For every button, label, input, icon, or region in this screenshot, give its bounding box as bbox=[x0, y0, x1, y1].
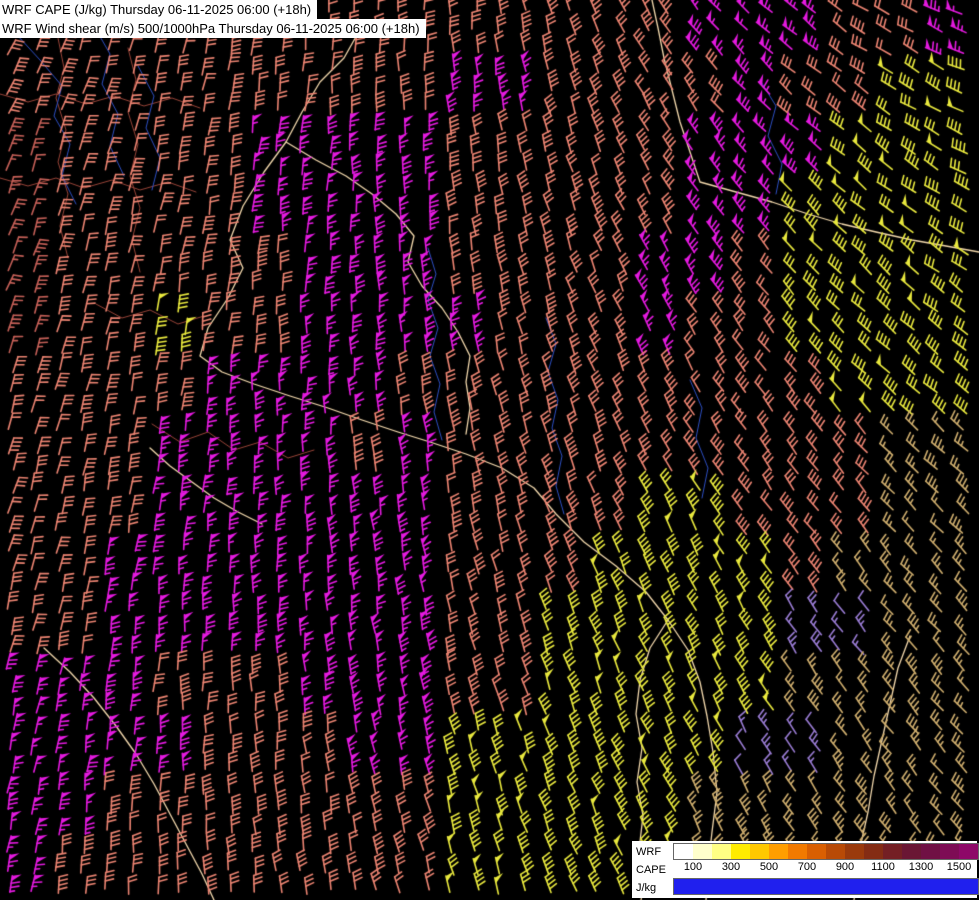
legend-tick-label: 1300 bbox=[902, 861, 940, 873]
legend-variable-label: CAPE bbox=[636, 861, 666, 879]
legend-color-cell bbox=[845, 844, 864, 859]
legend-title: WRF CAPE J/kg bbox=[636, 843, 666, 897]
legend-color-cell bbox=[864, 844, 883, 859]
map-title-cape: WRF CAPE (J/kg) Thursday 06-11-2025 06:0… bbox=[0, 0, 317, 19]
legend-tick-label: 500 bbox=[750, 861, 788, 873]
legend-color-cell bbox=[750, 844, 769, 859]
legend-tick-label: 300 bbox=[712, 861, 750, 873]
legend-tick-labels: 100300500700900110013001500 bbox=[674, 861, 978, 873]
legend-color-cell bbox=[769, 844, 788, 859]
map-title-windshear: WRF Wind shear (m/s) 500/1000hPa Thursda… bbox=[0, 19, 426, 38]
legend-model-label: WRF bbox=[636, 843, 666, 861]
legend-colorbar bbox=[674, 844, 978, 859]
legend-windshear-bar bbox=[674, 879, 978, 894]
wind-barb-map-canvas bbox=[0, 0, 979, 900]
legend-color-cell bbox=[902, 844, 921, 859]
legend-color-cell bbox=[807, 844, 826, 859]
weather-map: WRF CAPE (J/kg) Thursday 06-11-2025 06:0… bbox=[0, 0, 979, 900]
legend-tick-label: 900 bbox=[826, 861, 864, 873]
cape-legend: WRF CAPE J/kg 10030050070090011001300150… bbox=[632, 841, 977, 898]
legend-color-cell bbox=[921, 844, 940, 859]
legend-color-cell bbox=[788, 844, 807, 859]
legend-tick-label: 100 bbox=[674, 861, 712, 873]
legend-color-cell bbox=[731, 844, 750, 859]
legend-color-cell bbox=[693, 844, 712, 859]
legend-color-cell bbox=[826, 844, 845, 859]
legend-tick-label: 1500 bbox=[940, 861, 978, 873]
legend-tick-label: 1100 bbox=[864, 861, 902, 873]
legend-unit-label: J/kg bbox=[636, 879, 666, 897]
legend-color-cell bbox=[959, 844, 978, 859]
legend-color-cell bbox=[940, 844, 959, 859]
legend-color-cell bbox=[712, 844, 731, 859]
legend-color-cell bbox=[883, 844, 902, 859]
legend-tick-label: 700 bbox=[788, 861, 826, 873]
legend-color-cell bbox=[674, 844, 693, 859]
